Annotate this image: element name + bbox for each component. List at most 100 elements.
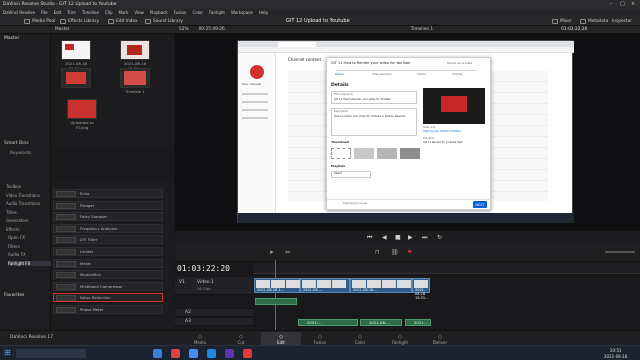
step-video-elements[interactable]: Video elements: [372, 73, 391, 76]
menu-item[interactable]: Trim: [67, 10, 76, 15]
link-icon[interactable]: ⛓: [391, 249, 399, 256]
skip-forward-icon[interactable]: ⏭: [422, 234, 427, 242]
resolve-icon[interactable]: [243, 349, 252, 358]
trim-tool-icon[interactable]: ⇔: [285, 249, 290, 256]
playlist-select[interactable]: Select: [331, 171, 371, 178]
fx-tree-item[interactable]: Titles: [6, 210, 17, 215]
sound-library-button[interactable]: Sound Library: [145, 17, 183, 25]
timeline-ruler[interactable]: [253, 262, 640, 274]
thumbnail-option[interactable]: [400, 148, 420, 159]
thumbnail-option[interactable]: [377, 148, 397, 159]
clip-thumbnail[interactable]: [120, 68, 150, 88]
fx-item[interactable]: Multiband Compressor: [53, 281, 163, 291]
play-reverse-icon[interactable]: ◀: [382, 234, 387, 241]
snapping-icon[interactable]: ⊓: [375, 249, 380, 256]
description-field[interactable]: Description How to render your video for…: [331, 108, 417, 136]
video-clip[interactable]: 2021-08-...: [300, 278, 350, 293]
play-icon[interactable]: ▶: [408, 234, 413, 241]
file-explorer-icon[interactable]: [153, 349, 162, 358]
fx-tree-item[interactable]: Effects: [6, 227, 20, 232]
media-pool-button[interactable]: Media Pool: [24, 17, 55, 25]
app-icon[interactable]: [171, 349, 180, 358]
fx-tree-item[interactable]: Video Transitions: [6, 193, 40, 198]
mail-icon[interactable]: [207, 349, 216, 358]
effects-library-button[interactable]: Effects Library: [60, 17, 99, 25]
step-details[interactable]: Details: [335, 73, 344, 76]
menu-item[interactable]: DaVinci Resolve: [3, 10, 35, 15]
fx-tree-item[interactable]: Open FX: [8, 235, 25, 240]
clip-thumbnail[interactable]: [120, 40, 150, 60]
menu-item[interactable]: Color: [193, 10, 203, 15]
menu-item[interactable]: Workspace: [231, 10, 253, 15]
master-bin[interactable]: Master: [4, 36, 19, 41]
page-tab-media[interactable]: ◇ Media: [180, 332, 220, 345]
page-tab-cut[interactable]: ◇ Cut: [221, 332, 261, 345]
fx-item[interactable]: Noise Reduction: [53, 293, 163, 303]
video-link[interactable]: https://youtu.be/9X1h7k0abQc: [423, 130, 461, 133]
stop-icon[interactable]: ■: [395, 234, 401, 241]
windows-start-icon[interactable]: ⊞: [4, 348, 11, 357]
fx-tree-item[interactable]: Audio FX: [8, 252, 26, 257]
minimize-button[interactable]: –: [610, 1, 613, 7]
skip-back-icon[interactable]: ⏮: [367, 234, 372, 242]
page-tab-fairlight[interactable]: ◇ Fairlight: [380, 332, 420, 345]
page-tab-edit[interactable]: ◇ Edit: [261, 332, 301, 345]
video-preview[interactable]: [423, 88, 485, 124]
menu-item[interactable]: View: [134, 10, 144, 15]
fx-item[interactable]: Modulation: [53, 270, 163, 280]
fx-tree-item[interactable]: Filters: [8, 244, 20, 249]
fx-item[interactable]: Flanger: [53, 200, 163, 210]
page-tab-fusion[interactable]: ◇ Fusion: [300, 332, 340, 345]
audio-clip[interactable]: 2021-08-...: [360, 319, 402, 326]
menu-item[interactable]: Timeline: [82, 10, 99, 15]
step-checks[interactable]: Checks: [417, 73, 426, 76]
fx-item[interactable]: Foley Sampler: [53, 212, 163, 222]
timeline-thumbnail[interactable]: [61, 68, 91, 88]
fx-item[interactable]: Echo: [53, 189, 163, 198]
audio-clip[interactable]: 2021-...: [405, 319, 431, 326]
close-button[interactable]: ×: [631, 1, 635, 7]
fx-tree-item[interactable]: Toolbox: [6, 184, 21, 189]
fx-tree-item[interactable]: Audio Transitions: [6, 201, 40, 206]
page-tab-color[interactable]: ◇ Color: [340, 332, 380, 345]
audio-clip[interactable]: [255, 298, 297, 305]
audio-clip[interactable]: 2021-...: [298, 319, 358, 326]
metadata-button[interactable]: Metadata: [580, 17, 608, 25]
clip-thumbnail[interactable]: [61, 40, 91, 60]
menu-item[interactable]: Fusion: [174, 10, 187, 15]
vscode-icon[interactable]: [225, 349, 234, 358]
fx-item[interactable]: Meter: [53, 258, 163, 268]
mixer-button[interactable]: Mixer: [552, 17, 572, 25]
step-visibility[interactable]: Visibility: [452, 73, 462, 76]
menu-item[interactable]: Fairlight: [209, 10, 225, 15]
timeline-name[interactable]: Timeline 1: [411, 27, 433, 32]
fx-item[interactable]: LFE Filter: [53, 235, 163, 245]
browser-icon[interactable]: [189, 349, 198, 358]
fx-item[interactable]: Frequency Analyzer: [53, 223, 163, 233]
menu-item[interactable]: Edit: [54, 10, 62, 15]
menu-item[interactable]: Playback: [150, 10, 168, 15]
video-clip[interactable]: 2021-08-18 15:31...: [412, 278, 430, 300]
inspector-button[interactable]: Inspector: [612, 17, 632, 25]
menu-item[interactable]: Help: [259, 10, 268, 15]
taskbar-search[interactable]: [16, 349, 86, 358]
menu-item[interactable]: Clip: [105, 10, 113, 15]
menu-item[interactable]: File: [41, 10, 48, 15]
upload-thumbnail-button[interactable]: [331, 148, 351, 159]
keywords-bin[interactable]: Keywords: [10, 151, 32, 156]
zoom-level[interactable]: 52%: [179, 27, 189, 32]
fx-tree-item[interactable]: Fairlight FX: [8, 260, 52, 266]
fx-item[interactable]: Phase Meter: [53, 305, 163, 314]
flag-icon[interactable]: ⚑: [407, 249, 412, 256]
maximize-button[interactable]: □: [620, 1, 625, 7]
thumbnail-option[interactable]: [354, 148, 374, 159]
fx-item[interactable]: Limiter: [53, 247, 163, 256]
loop-icon[interactable]: ↻: [437, 234, 442, 241]
video-clip[interactable]: 2021-08-18 1...: [254, 278, 300, 293]
edit-index-button[interactable]: Edit Index: [108, 17, 138, 25]
title-field[interactable]: Title (required) GIT 11 How to Render yo…: [331, 91, 417, 104]
page-tab-deliver[interactable]: ◇ Deliver: [420, 332, 460, 345]
image-thumbnail[interactable]: [67, 99, 97, 119]
menu-item[interactable]: Mark: [119, 10, 129, 15]
video-clip[interactable]: 2021-08-18...: [350, 278, 412, 293]
